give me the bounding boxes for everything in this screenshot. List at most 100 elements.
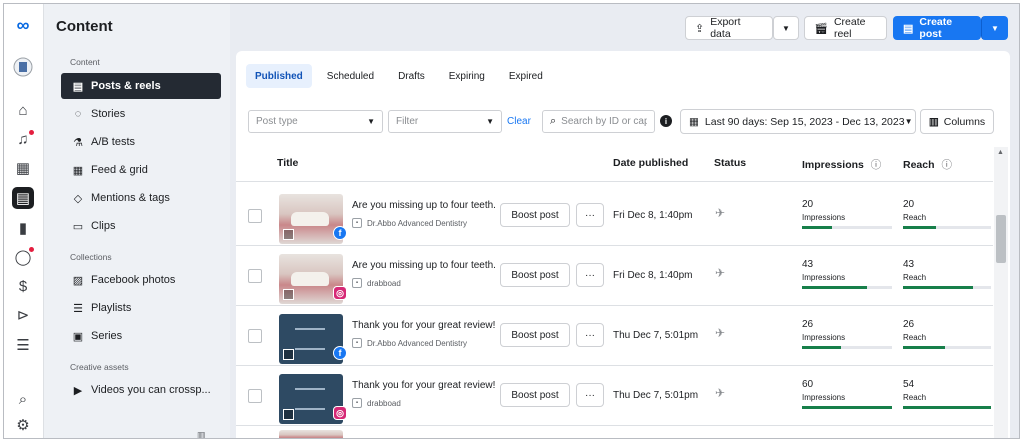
sidebar-item-clips[interactable]: ▭ Clips <box>61 213 221 239</box>
account-name: Dr.Abbo Advanced Dentistry <box>367 338 468 348</box>
boost-post-button[interactable]: Boost post <box>500 383 570 407</box>
table-row[interactable]: ◎ Thank you for your great review!... ▪ dra… <box>236 366 993 426</box>
sidebar-item-label: Videos you can crossp... <box>91 384 211 396</box>
info-icon[interactable]: i <box>660 115 672 127</box>
export-dropdown-button[interactable]: ▼ <box>773 16 799 40</box>
date-range-button[interactable]: ▦ Last 90 days: Sep 15, 2023 - Dec 13, 2… <box>680 109 916 134</box>
row-checkbox[interactable] <box>248 389 262 403</box>
account-avatar-icon: ▪ <box>352 338 362 348</box>
header-divider <box>236 181 993 182</box>
post-type-placeholder: Post type <box>256 116 298 127</box>
sidebar-item-posts-reels[interactable]: ▤ Posts & reels <box>61 73 221 99</box>
sidebar-item-feed-grid[interactable]: ▦ Feed & grid <box>61 157 221 183</box>
sidebar-item-playlists[interactable]: ☰ Playlists <box>61 295 221 321</box>
table-row[interactable]: f Thank you for your great review!... ▪ Dr.… <box>236 306 993 366</box>
create-post-button[interactable]: ▤ Create post <box>893 16 981 40</box>
insights-icon[interactable]: ▮ <box>12 217 34 239</box>
info-icon[interactable]: ⓘ <box>871 159 882 171</box>
impressions-cell: 43 Impressions <box>802 259 892 289</box>
ads-icon[interactable]: ⊳ <box>12 304 34 326</box>
create-reel-button[interactable]: 🎬︎ Create reel <box>804 16 887 40</box>
monetization-icon[interactable]: $ <box>12 275 34 297</box>
post-type-select[interactable]: Post type ▼ <box>248 110 383 133</box>
tab-drafts[interactable]: Drafts <box>389 64 434 88</box>
tab-published[interactable]: Published <box>246 64 312 88</box>
filter-select[interactable]: Filter ▼ <box>388 110 502 133</box>
page-avatar-icon[interactable] <box>12 56 34 78</box>
sidebar-item-videos-crosspost[interactable]: ▶ Videos you can crossp... <box>61 377 221 403</box>
columns-label: Columns <box>943 115 986 128</box>
column-header-title[interactable]: Title <box>277 157 298 169</box>
post-account: ▪ Dr.Abbo Advanced Dentistry <box>352 218 467 228</box>
sidebar-item-series[interactable]: ▣ Series <box>61 323 221 349</box>
vertical-scrollbar[interactable]: ▲ <box>994 147 1008 438</box>
post-caption[interactable]: Thank you for your great review!... <box>352 320 496 331</box>
post-caption[interactable]: Are you missing up to four teeth... <box>352 260 496 271</box>
settings-icon[interactable]: ⚙ <box>12 414 34 436</box>
more-options-button[interactable]: ··· <box>576 263 604 287</box>
create-post-dropdown-button[interactable]: ▼ <box>981 16 1008 40</box>
reach-value: 54 <box>903 379 915 390</box>
search-input[interactable]: ⌕ Search by ID or cap <box>542 110 655 133</box>
collapse-sidebar-icon[interactable]: ▥ <box>197 430 206 438</box>
reach-bar-fill <box>903 226 936 229</box>
published-status-icon: ✈ <box>715 206 726 220</box>
clear-filters-link[interactable]: Clear <box>507 116 531 127</box>
column-header-date[interactable]: Date published <box>613 157 688 169</box>
account-avatar-icon: ▪ <box>352 218 362 228</box>
post-caption[interactable]: Thank you for your great review!... <box>352 380 496 391</box>
sidebar-item-ab-tests[interactable]: ⚗ A/B tests <box>61 129 221 155</box>
column-header-reach[interactable]: Reach ⓘ <box>903 157 952 172</box>
account-avatar-icon: ▪ <box>352 398 362 408</box>
date-published: Fri Dec 8, 1:40pm <box>613 210 693 221</box>
more-options-button[interactable]: ··· <box>576 383 604 407</box>
account-name: drabboad <box>367 398 401 408</box>
reach-cell: 26 Reach <box>903 319 991 349</box>
sidebar-item-mentions-tags[interactable]: ◇ Mentions & tags <box>61 185 221 211</box>
impressions-value: 43 <box>802 259 814 270</box>
table-row[interactable] <box>236 430 993 438</box>
table-icon[interactable]: ▦ <box>12 157 34 179</box>
row-checkbox[interactable] <box>248 269 262 283</box>
post-caption[interactable]: Are you missing up to four teeth... <box>352 200 496 211</box>
more-options-button[interactable]: ··· <box>576 203 604 227</box>
reach-bar <box>903 406 991 409</box>
search-icon[interactable]: ⌕ <box>12 388 34 410</box>
boost-post-button[interactable]: Boost post <box>500 263 570 287</box>
impressions-bar-fill <box>802 226 832 229</box>
sidebar-item-label: Stories <box>91 108 126 120</box>
meta-logo-icon[interactable]: ∞ <box>12 14 34 36</box>
reach-label: Reach <box>903 273 927 282</box>
info-icon[interactable]: ⓘ <box>941 159 952 171</box>
content-icon[interactable]: ▤ <box>12 187 34 209</box>
sidebar-item-label: Clips <box>91 220 116 232</box>
scrollbar-thumb[interactable] <box>996 215 1006 263</box>
export-data-button[interactable]: ⇪ Export data <box>685 16 773 40</box>
columns-button[interactable]: ▥ Columns <box>920 109 994 134</box>
tab-scheduled[interactable]: Scheduled <box>318 64 383 88</box>
tab-expired[interactable]: Expired <box>500 64 552 88</box>
sidebar-item-label: Mentions & tags <box>91 192 170 204</box>
boost-post-button[interactable]: Boost post <box>500 203 570 227</box>
sidebar-item-facebook-photos[interactable]: ▨ Facebook photos <box>61 267 221 293</box>
scroll-up-icon[interactable]: ▲ <box>997 149 1004 156</box>
tab-expiring[interactable]: Expiring <box>440 64 494 88</box>
impressions-bar <box>802 346 892 349</box>
menu-icon[interactable]: ☰ <box>12 334 34 356</box>
account-avatar-icon: ▪ <box>352 278 362 288</box>
row-checkbox[interactable] <box>248 209 262 223</box>
impressions-bar-fill <box>802 286 867 289</box>
content-table-card: Published Scheduled Drafts Expiring Expi… <box>236 51 1010 438</box>
tag-icon: ◇ <box>73 192 83 205</box>
table-row[interactable]: ◎ Are you missing up to four teeth... ▪ dra… <box>236 246 993 306</box>
home-icon[interactable]: ⌂ <box>12 99 34 121</box>
more-options-button[interactable]: ··· <box>576 323 604 347</box>
sidebar-item-stories[interactable]: ◌ Stories <box>61 101 221 127</box>
column-header-impressions[interactable]: Impressions ⓘ <box>802 157 881 172</box>
boost-post-button[interactable]: Boost post <box>500 323 570 347</box>
table-row[interactable]: f Are you missing up to four teeth... ▪ Dr.… <box>236 186 993 246</box>
row-checkbox[interactable] <box>248 329 262 343</box>
create-post-label: Create post <box>919 16 953 40</box>
column-header-status[interactable]: Status <box>714 157 746 169</box>
post-account: ▪ drabboad <box>352 398 401 408</box>
